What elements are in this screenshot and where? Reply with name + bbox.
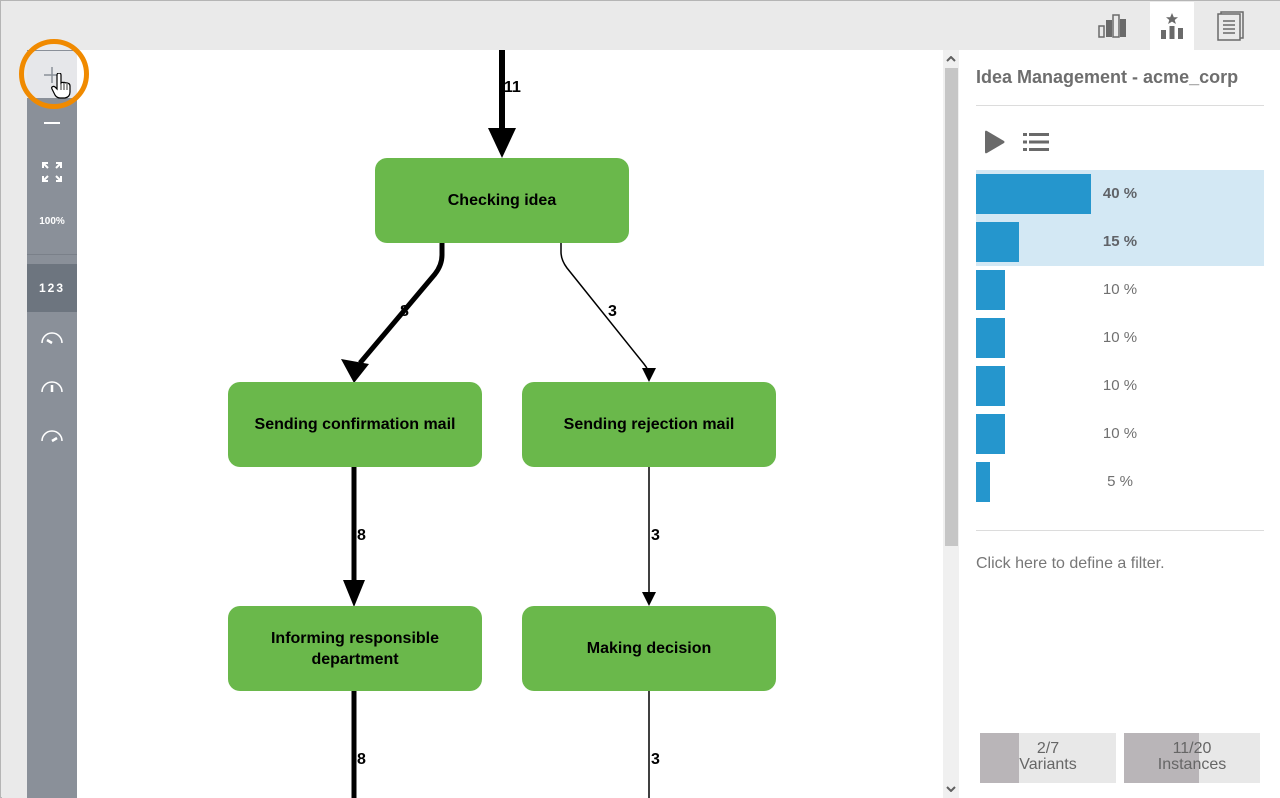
scroll-down-button[interactable] — [943, 780, 959, 798]
edge-count-label: 8 — [357, 527, 366, 544]
edge-count-label: 3 — [651, 751, 660, 768]
chevron-down-icon — [946, 786, 956, 792]
variant-share-label: 10 % — [1102, 377, 1138, 394]
app-window: 100% 123 11 8 3 8 3 8 3 Checking idea Se… — [0, 0, 1280, 798]
left-gutter — [2, 50, 27, 798]
zoom-level-label: 100% — [39, 215, 65, 227]
gauge-fast-icon — [41, 430, 63, 443]
tab-statistics[interactable] — [1091, 2, 1135, 50]
instances-counter[interactable]: 11/20 Instances — [1124, 733, 1260, 783]
speed-medium-button[interactable] — [27, 362, 77, 410]
fit-to-screen-button[interactable] — [27, 148, 77, 196]
variants-count: 2/7 — [1036, 740, 1060, 757]
process-title: Idea Management - acme_corp — [976, 67, 1239, 87]
variant-row[interactable]: 15 % — [976, 218, 1264, 266]
fit-screen-icon — [42, 162, 62, 182]
variant-row[interactable]: 10 % — [976, 410, 1264, 458]
panel-divider — [976, 530, 1264, 531]
play-icon — [985, 130, 1005, 154]
zoom-out-button[interactable] — [27, 99, 77, 147]
edge-start-checking[interactable] — [488, 50, 516, 158]
variants-panel: Idea Management - acme_corp 40 % 15 % 10… — [959, 50, 1280, 798]
plus-icon — [44, 66, 60, 83]
bar-chart-icon — [1098, 14, 1126, 38]
edge-count-label: 3 — [651, 527, 660, 544]
edge-count-label: 8 — [400, 303, 409, 320]
show-numbers-label: 123 — [38, 281, 66, 295]
speed-fast-button[interactable] — [27, 411, 77, 459]
edge-count-label: 8 — [357, 751, 366, 768]
activity-node-checking-idea[interactable]: Checking idea — [375, 158, 629, 243]
zoom-toolbar: 100% 123 — [27, 50, 77, 798]
panel-divider — [976, 105, 1264, 106]
variant-share-label: 10 % — [1102, 425, 1138, 442]
top-bar — [1, 1, 1280, 50]
instances-label: Instances — [1157, 756, 1227, 773]
tab-variants[interactable] — [1150, 2, 1194, 50]
document-stack-icon — [1217, 11, 1244, 41]
activity-node-sending-rejection-mail[interactable]: Sending rejection mail — [522, 382, 776, 467]
chevron-up-icon — [946, 56, 956, 62]
variant-share-label: 5 % — [1107, 473, 1133, 490]
gauge-medium-icon — [41, 381, 63, 393]
instances-counter-text: 11/20 Instances — [1124, 741, 1260, 773]
instances-count: 11/20 — [1172, 740, 1212, 757]
show-numbers-toggle[interactable]: 123 — [27, 264, 77, 312]
variants-counter-text: 2/7 Variants — [980, 741, 1116, 773]
play-button[interactable] — [983, 130, 1005, 159]
scrollbar-thumb[interactable] — [945, 68, 958, 546]
variants-label: Variants — [1019, 756, 1077, 773]
process-diagram-canvas[interactable]: 11 8 3 8 3 8 3 Checking idea Sending con… — [77, 50, 943, 798]
edge-count-label: 11 — [504, 79, 521, 96]
activity-node-informing-responsible-department[interactable]: Informing responsible department — [228, 606, 482, 691]
variant-row[interactable]: 5 % — [976, 458, 1264, 506]
list-view-button[interactable] — [1023, 132, 1049, 157]
variant-row[interactable]: 10 % — [976, 266, 1264, 314]
variant-row[interactable]: 10 % — [976, 314, 1264, 362]
gauge-slow-icon — [41, 332, 63, 345]
variant-share-label: 40 % — [1102, 185, 1138, 202]
list-icon — [1023, 133, 1049, 151]
variant-row[interactable]: 40 % — [976, 170, 1264, 218]
variant-share-label: 15 % — [1102, 233, 1138, 250]
zoom-in-button[interactable] — [27, 50, 77, 98]
toolbar-divider — [27, 254, 77, 255]
ranked-bars-star-icon — [1161, 13, 1183, 39]
define-filter-link[interactable]: Click here to define a filter. — [976, 555, 1165, 573]
activity-node-sending-confirmation-mail[interactable]: Sending confirmation mail — [228, 382, 482, 467]
edge-count-label: 3 — [608, 303, 617, 320]
tab-documents[interactable] — [1208, 2, 1252, 50]
activity-node-making-decision[interactable]: Making decision — [522, 606, 776, 691]
speed-slow-button[interactable] — [27, 313, 77, 361]
scroll-up-button[interactable] — [943, 50, 959, 68]
variant-row[interactable]: 10 % — [976, 362, 1264, 410]
diagram-vertical-scrollbar[interactable] — [943, 50, 959, 798]
edge-checking-confirm[interactable] — [341, 243, 445, 383]
minus-icon — [44, 122, 60, 124]
zoom-reset-button[interactable]: 100% — [27, 197, 77, 245]
variants-counter[interactable]: 2/7 Variants — [980, 733, 1116, 783]
variant-share-label: 10 % — [1102, 329, 1138, 346]
variant-share-label: 10 % — [1102, 281, 1138, 298]
